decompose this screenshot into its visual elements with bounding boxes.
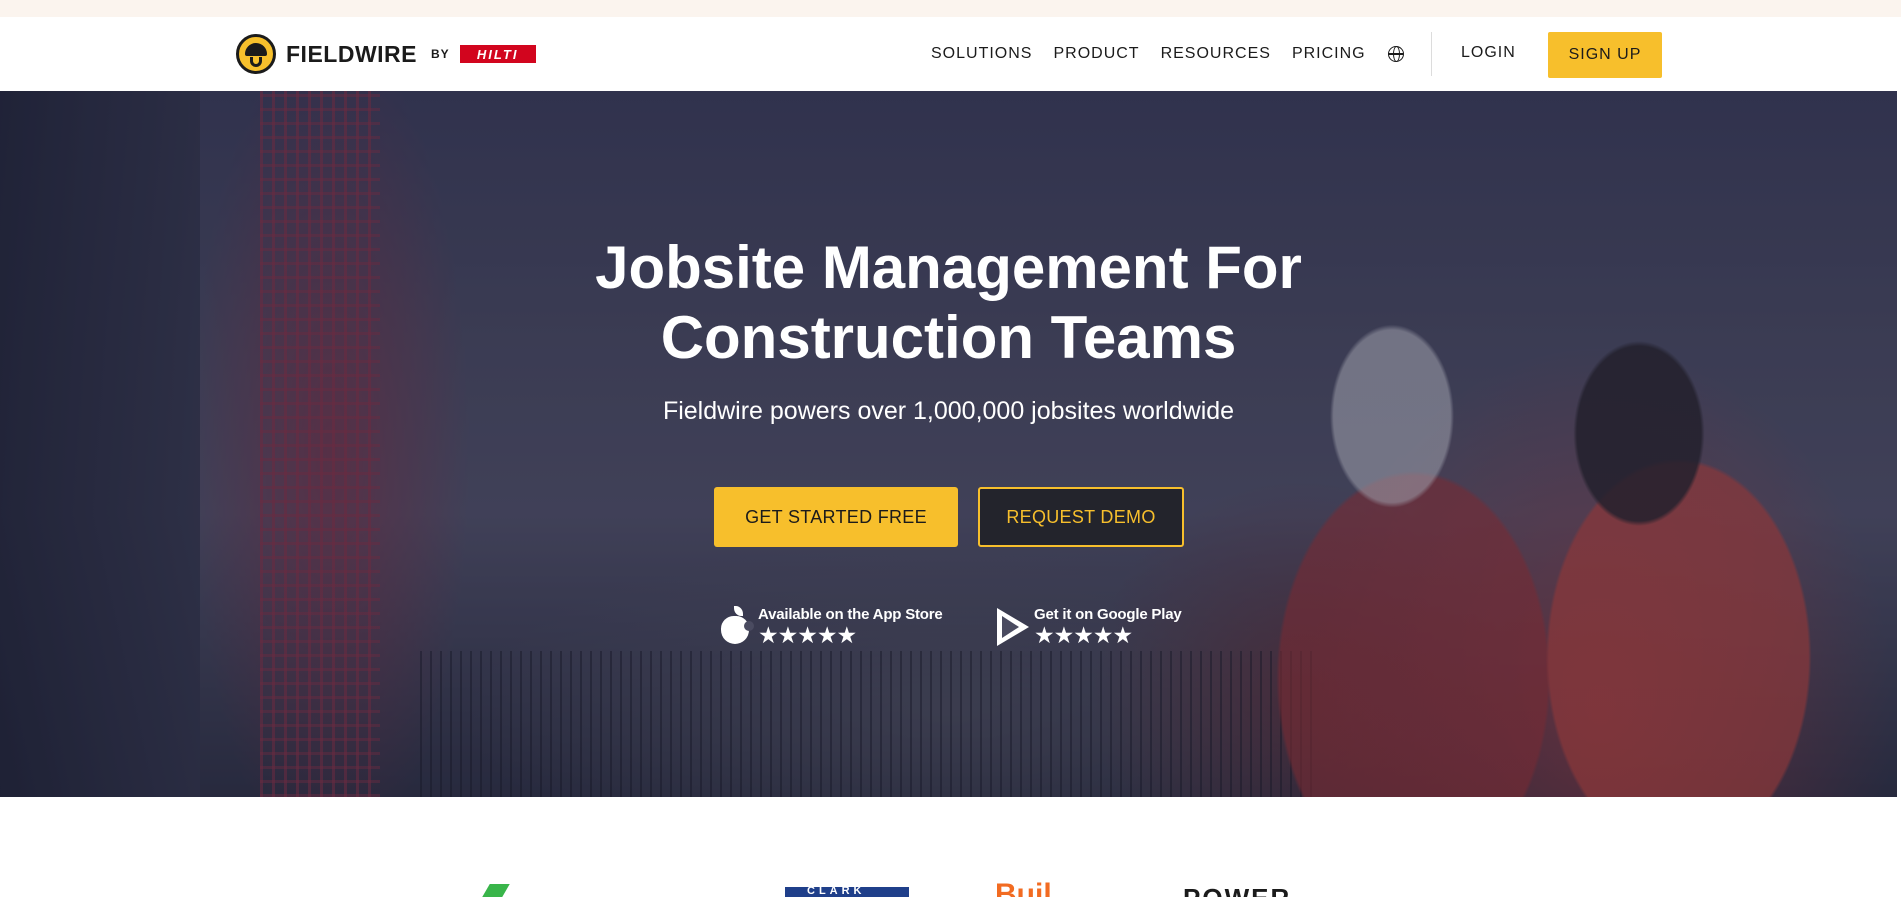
customer-logo-power: POWER [1183, 885, 1291, 897]
google-play-icon [994, 606, 1030, 646]
customer-logo-clark-text: CLARK [807, 885, 866, 897]
hero-subtitle: Fieldwire powers over 1,000,000 jobsites… [662, 397, 1235, 425]
apple-icon [718, 606, 754, 646]
customer-logos-strip [0, 797, 1901, 897]
hero-overlay [0, 91, 1897, 797]
hero-section: Jobsite Management For Construction Team… [0, 91, 1897, 797]
app-store-label: Available on the App Store [758, 606, 943, 623]
google-play-label: Get it on Google Play [1034, 606, 1182, 623]
browser-top-strip [0, 0, 1901, 17]
fieldwire-logo[interactable]: FIELDWIRE BY HILTI [236, 34, 536, 74]
globe-icon[interactable] [1387, 46, 1404, 62]
nav-pricing[interactable]: PRICING [1292, 45, 1366, 63]
brand-name: FIELDWIRE [286, 40, 417, 67]
nav-resources[interactable]: RESOURCES [1161, 45, 1271, 63]
get-started-free-button[interactable]: GET STARTED FREE [714, 487, 958, 547]
nav-divider [1431, 32, 1432, 76]
app-store-badge[interactable]: Available on the App Store ★★★★★ [718, 606, 943, 648]
google-play-badge[interactable]: Get it on Google Play ★★★★★ [994, 606, 1182, 648]
hero-title-line-2: Construction Teams [660, 304, 1237, 371]
hilti-logo-text: HILTI [476, 46, 519, 62]
main-nav: SOLUTIONS PRODUCT RESOURCES PRICING [931, 17, 1404, 91]
nav-product[interactable]: PRODUCT [1053, 45, 1139, 63]
google-play-rating-stars: ★★★★★ [1034, 622, 1133, 648]
brand-by-label: BY [431, 47, 450, 61]
fieldwire-helmet-icon [236, 34, 276, 74]
customer-logo-3: Buil [995, 880, 1052, 897]
hilti-logo: HILTI [459, 45, 536, 63]
site-header: FIELDWIRE BY HILTI SOLUTIONS PRODUCT RES… [0, 17, 1901, 91]
hero-title: Jobsite Management For Construction Team… [0, 233, 1897, 373]
hero-title-line-1: Jobsite Management For [595, 234, 1302, 301]
nav-solutions[interactable]: SOLUTIONS [931, 45, 1032, 63]
login-link[interactable]: LOGIN [1461, 44, 1516, 62]
customer-logo-clark: CLARK [785, 885, 909, 897]
sign-up-button[interactable]: SIGN UP [1548, 32, 1662, 78]
request-demo-button[interactable]: REQUEST DEMO [978, 487, 1184, 547]
app-store-rating-stars: ★★★★★ [758, 622, 857, 648]
